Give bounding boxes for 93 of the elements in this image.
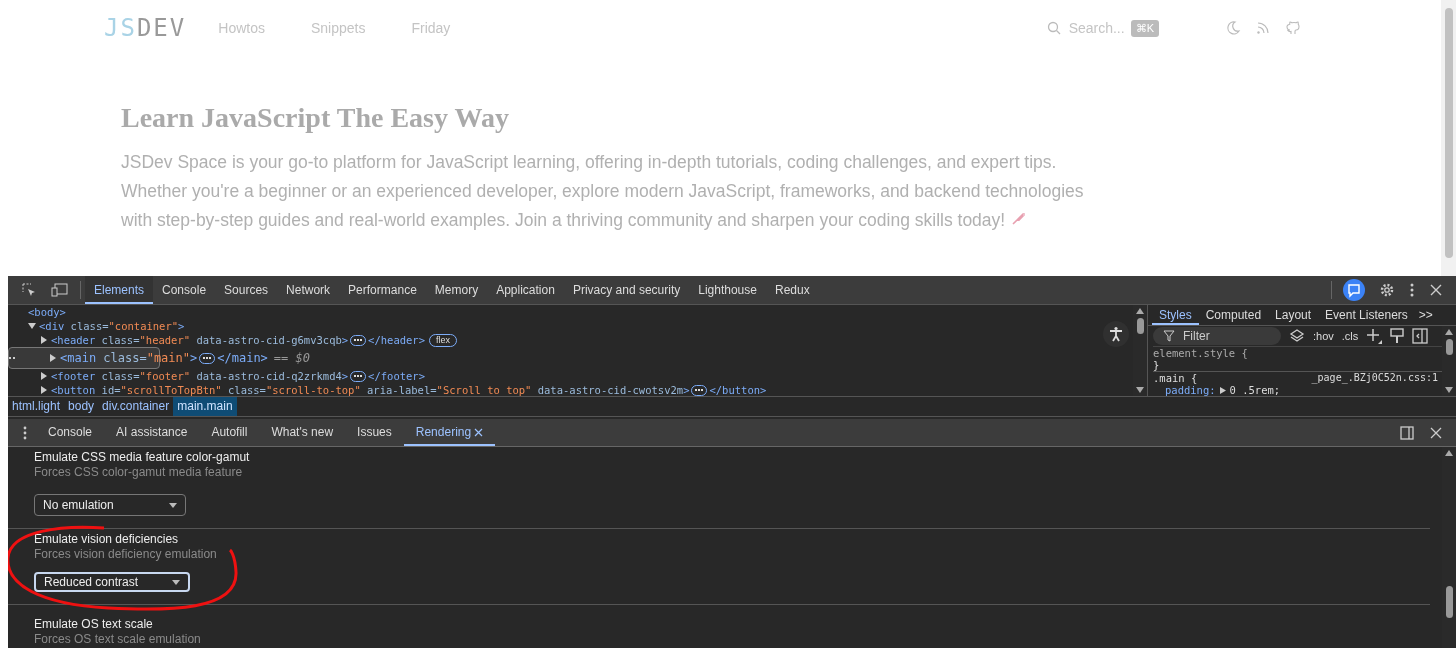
scroll-up-icon[interactable]	[1445, 450, 1453, 456]
class-toggle[interactable]: .cls	[1341, 330, 1359, 342]
inspect-icon[interactable]	[21, 282, 37, 298]
css-property: padding:	[1165, 384, 1216, 396]
expand-triangle-icon[interactable]	[40, 336, 48, 344]
expand-triangle-icon[interactable]	[1219, 386, 1226, 394]
panel-tab[interactable]: Console	[153, 276, 216, 304]
person-icon	[1108, 326, 1124, 342]
panel-tab[interactable]: Application	[487, 276, 564, 304]
accessibility-button[interactable]	[1103, 321, 1129, 347]
panel-tab[interactable]: Network	[277, 276, 340, 304]
html-tag[interactable]: <main class="main">	[60, 351, 198, 365]
panel-tab[interactable]: Elements	[85, 276, 154, 304]
html-tag[interactable]: <footer class="footer" data-astro-cid-q2zrkmd4>	[51, 369, 349, 383]
breadcrumb[interactable]: main.main	[173, 397, 237, 416]
drawer-tab[interactable]: What's new	[259, 419, 346, 446]
scrollbar[interactable]	[1441, 0, 1456, 276]
sidebar-toggle-icon[interactable]	[1412, 328, 1429, 344]
device-icon[interactable]	[51, 282, 69, 298]
scroll-up-icon[interactable]	[1136, 308, 1144, 314]
dropdown[interactable]: Reduced contrast	[34, 572, 190, 592]
paint-roller-icon[interactable]	[1390, 328, 1405, 344]
shortcut-key: ⌘K	[1130, 19, 1159, 37]
selected-node-marker: == $0	[273, 351, 310, 365]
css-selector: .main {	[1153, 372, 1198, 384]
more-icon[interactable]	[1409, 282, 1415, 298]
scroll-down-icon[interactable]	[1136, 387, 1144, 393]
sidebar-tab[interactable]: Styles	[1152, 305, 1199, 325]
ai-chat-icon[interactable]	[1343, 279, 1365, 301]
html-tag[interactable]: <body>	[28, 305, 66, 319]
search-icon	[1046, 21, 1061, 35]
setting-description: Forces OS text scale emulation	[34, 632, 202, 647]
expand-triangle-icon[interactable]	[40, 386, 48, 394]
sidebar-tab[interactable]: Event Listeners	[1318, 305, 1415, 325]
html-tag[interactable]: <div class="container">	[39, 319, 185, 333]
closing-tag: </header>	[368, 333, 425, 347]
filter-field[interactable]: Filter	[1153, 327, 1281, 345]
scroll-thumb[interactable]	[1445, 339, 1453, 355]
settings-icon[interactable]	[1379, 282, 1395, 298]
css-brace: }	[1153, 359, 1160, 371]
breadcrumb[interactable]: html.light	[8, 397, 65, 416]
caret-icon	[172, 579, 180, 585]
filter-icon	[1163, 330, 1175, 342]
drawer-tab[interactable]: Issues	[345, 419, 404, 446]
expand-triangle-icon[interactable]	[40, 372, 48, 380]
dock-icon[interactable]	[1400, 425, 1414, 440]
css-selector: element.style {	[1153, 347, 1248, 359]
sidebar-tab[interactable]: Computed	[1198, 305, 1269, 325]
html-tag[interactable]: <button id="scrollToTopBtn" class="scroll-to-top" aria-label="Scroll to top" data-astro-cid-cwotsv2m>	[51, 383, 690, 396]
closing-tag: </button>	[709, 383, 767, 396]
closing-tag: </footer>	[368, 369, 425, 383]
panel-tab[interactable]: Memory	[425, 276, 488, 304]
sidebar-tab[interactable]: Layout	[1268, 305, 1319, 325]
close-icon[interactable]	[1430, 426, 1442, 439]
setting-title: Emulate vision deficiencies	[34, 532, 180, 547]
drawer-tab[interactable]: Console	[36, 419, 105, 446]
setting-title: Emulate OS text scale	[34, 617, 154, 632]
setting-description: Forces vision deficiency emulation	[34, 547, 218, 562]
breadcrumb[interactable]: div.container	[98, 397, 174, 416]
plus-icon[interactable]	[1366, 328, 1383, 344]
scroll-down-icon[interactable]	[1445, 387, 1453, 393]
panel-tab[interactable]: Performance	[339, 276, 426, 304]
intro-paragraph: JSDev Space is your go-to platform for JavaScript learning, offering in-depth tutorials, coding challenges, and expert tips. Whether you're a beginner or an experienced developer, explore modern JavaScript, frameworks, and backend technologies with step-by-step guides and real-world examples. Join a thriving community and sharpen your coding skills today!	[121, 151, 1085, 232]
dropdown[interactable]: No emulation	[34, 494, 186, 516]
expand-triangle-icon[interactable]	[28, 322, 36, 330]
hover-toggle[interactable]: :hov	[1313, 330, 1334, 342]
css-value: 0 .5rem;	[1229, 384, 1281, 396]
close-icon[interactable]	[1429, 283, 1443, 297]
setting-description: Forces CSS color-gamut media feature	[34, 465, 244, 480]
setting-title: Emulate CSS media feature color-gamut	[34, 450, 251, 465]
caret-icon	[169, 502, 177, 508]
close-icon[interactable]	[474, 428, 484, 437]
closing-tag: </main>	[217, 351, 268, 365]
scroll-thumb[interactable]	[1136, 318, 1144, 334]
drawer-tab[interactable]: Autofill	[199, 419, 260, 446]
more-tabs-button[interactable]: >>	[1418, 308, 1433, 322]
breadcrumb[interactable]: body	[64, 397, 99, 416]
panel-tab[interactable]: Redux	[765, 276, 819, 304]
panel-tab[interactable]: Sources	[215, 276, 278, 304]
scrollbar[interactable]	[1133, 305, 1147, 396]
expand-triangle-icon[interactable]	[49, 354, 57, 362]
more-icon[interactable]	[22, 425, 28, 440]
scroll-thumb[interactable]	[1445, 586, 1453, 618]
html-tag[interactable]: <header class="header" data-astro-cid-g6mv3cqb>	[51, 333, 349, 347]
scroll-up-icon[interactable]	[1445, 329, 1453, 335]
panel-tab[interactable]: Lighthouse	[689, 276, 766, 304]
layers-icon[interactable]	[1289, 328, 1305, 344]
scrollbar[interactable]	[1442, 326, 1456, 396]
panel-tab[interactable]: Privacy and security	[563, 276, 690, 304]
drawer-tab[interactable]: Rendering	[403, 419, 496, 446]
page-heading: Learn JavaScript The Easy Way	[121, 102, 510, 134]
source-link[interactable]: _page_.BZj0C52n.css:1	[1311, 372, 1438, 384]
drawer-tab[interactable]: AI assistance	[104, 419, 200, 446]
